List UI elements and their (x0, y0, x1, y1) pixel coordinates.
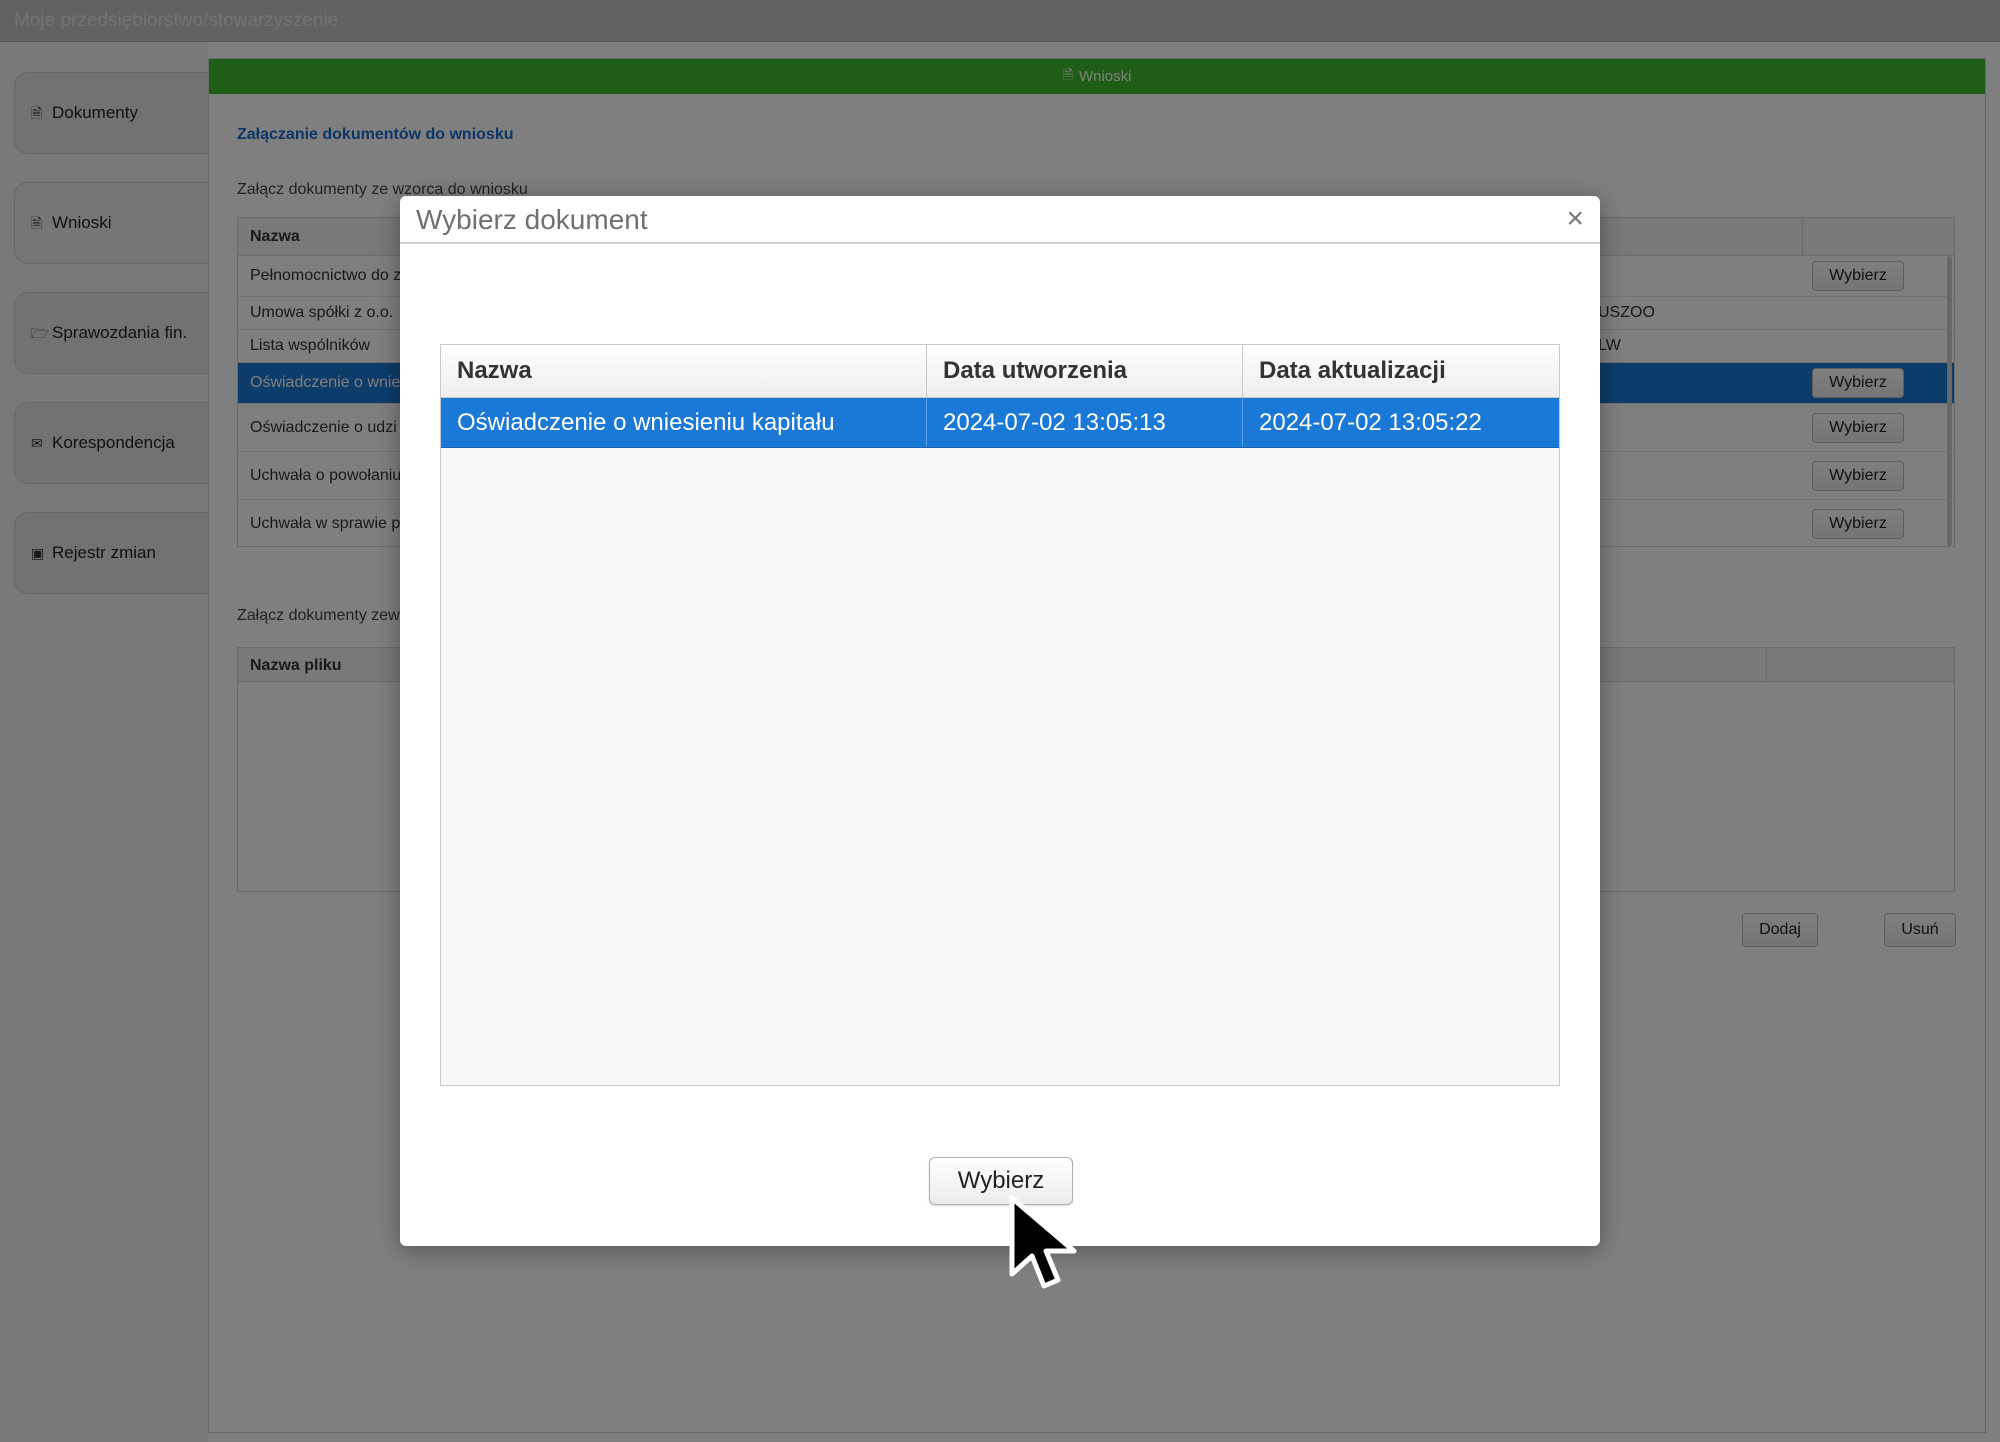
cell-updated: 2024-07-02 13:05:22 (1259, 408, 1482, 436)
cell-name: Oświadczenie o wniesieniu kapitału (441, 398, 927, 447)
mouse-cursor-icon (1009, 1195, 1077, 1289)
table-row-selected[interactable]: Oświadczenie o wniesieniu kapitału 2024-… (441, 398, 1559, 448)
cell-created: 2024-07-02 13:05:13 (927, 398, 1243, 447)
select-document-dialog: Wybierz dokument × Nazwa Data utworzenia… (400, 196, 1600, 1246)
column-header-data-aktualizacji[interactable]: Data aktualizacji (1243, 345, 1559, 397)
close-icon[interactable]: × (1566, 204, 1584, 234)
dialog-header: Wybierz dokument × (400, 196, 1600, 244)
documents-table: Nazwa Data utworzenia Data aktualizacji … (440, 344, 1560, 1086)
column-header-nazwa[interactable]: Nazwa (441, 345, 927, 397)
dialog-title: Wybierz dokument (416, 204, 648, 235)
column-header-data-utworzenia[interactable]: Data utworzenia (927, 345, 1243, 397)
table-header: Nazwa Data utworzenia Data aktualizacji (441, 345, 1559, 398)
